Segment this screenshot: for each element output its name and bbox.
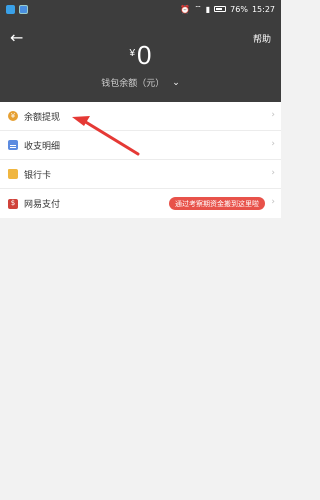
chevron-down-icon: ⌄: [172, 78, 180, 88]
status-badge: 通过考察期资金搬到这里啦: [169, 197, 265, 210]
balance-label: 钱包余额（元）: [101, 79, 165, 89]
balance-display: ¥0: [0, 40, 281, 71]
signal-icon: ▮: [205, 4, 211, 14]
battery-icon: [214, 6, 227, 12]
status-bar: ⏰ ⌔ ▮ 76% 15:27: [0, 0, 281, 18]
clock: 15:27: [251, 4, 275, 14]
menu-item-transactions[interactable]: 收支明细 ›: [0, 131, 281, 160]
menu-item-withdraw[interactable]: ¥ 余额提现 ›: [0, 102, 281, 131]
wifi-icon: ⌔: [194, 4, 202, 13]
app-notification-icon: [19, 4, 28, 14]
menu-item-label: 网易支付: [24, 200, 61, 210]
currency-symbol: ¥: [129, 48, 136, 59]
status-right: ⏰ ⌔ ▮ 76% 15:27: [180, 4, 275, 14]
balance-label-toggle[interactable]: 钱包余额（元） ⌄: [0, 76, 281, 89]
wallet-menu: ¥ 余额提现 › 收支明细 › 银行卡 › $ 网易支付 通过考察期资金搬到这里…: [0, 102, 281, 218]
netease-pay-icon: $: [8, 198, 18, 209]
chevron-right-icon: ›: [271, 168, 275, 178]
chevron-right-icon: ›: [271, 197, 275, 207]
battery-level: 76%: [230, 4, 248, 14]
menu-item-label: 余额提现: [24, 112, 61, 123]
menu-item-bank-card[interactable]: 银行卡 ›: [0, 160, 281, 189]
folder-icon: [8, 169, 18, 179]
alarm-icon: ⏰: [180, 4, 191, 14]
notification-icons: [6, 4, 28, 14]
bill-icon: [8, 140, 18, 150]
wallet-header: ← 帮助 ¥0 钱包余额（元） ⌄: [0, 18, 281, 102]
balance-amount: 0: [137, 40, 152, 70]
menu-item-netease-pay[interactable]: $ 网易支付 通过考察期资金搬到这里啦 ›: [0, 189, 281, 218]
coin-icon: ¥: [8, 111, 18, 121]
menu-item-label: 收支明细: [24, 141, 61, 152]
app-notification-icon: [6, 4, 15, 14]
menu-item-label: 银行卡: [24, 170, 52, 181]
chevron-right-icon: ›: [271, 110, 275, 120]
chevron-right-icon: ›: [271, 139, 275, 149]
